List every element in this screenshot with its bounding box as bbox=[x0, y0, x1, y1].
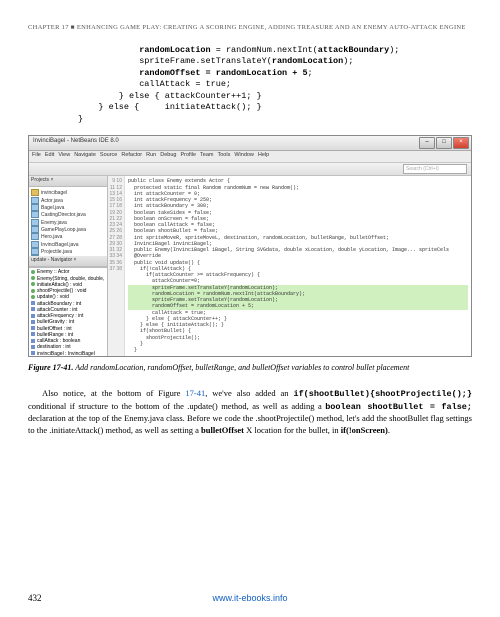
menu-bar[interactable]: FileEditViewNavigateSourceRefactorRunDeb… bbox=[29, 151, 471, 163]
file-icon bbox=[31, 248, 39, 255]
member-icon bbox=[31, 282, 35, 286]
file-icon bbox=[31, 219, 39, 226]
member-icon bbox=[31, 339, 35, 343]
member-icon bbox=[31, 295, 35, 299]
member-icon bbox=[31, 289, 35, 293]
projects-panel-header[interactable]: Projects × bbox=[29, 176, 107, 187]
ide-screenshot: InvinciBagel - NetBeans IDE 8.0 – □ × Fi… bbox=[28, 135, 472, 357]
tree-item[interactable]: Projectile.java bbox=[31, 248, 105, 255]
member-icon bbox=[31, 351, 35, 355]
window-title: InvinciBagel - NetBeans IDE 8.0 bbox=[33, 138, 119, 144]
member-icon bbox=[31, 314, 35, 318]
window-titlebar: InvinciBagel - NetBeans IDE 8.0 – □ × bbox=[29, 136, 471, 151]
figure-caption-text: Add randomLocation, randomOffset, bullet… bbox=[75, 363, 409, 372]
tree-item[interactable]: invincibagel bbox=[31, 189, 105, 196]
tree-item[interactable]: GamePlayLoop.java bbox=[31, 226, 105, 233]
project-tree[interactable]: invincibagelActor.javaBagel.javaCastingD… bbox=[29, 187, 107, 256]
nav-item[interactable]: isShooting : boolean bbox=[31, 357, 105, 358]
file-icon bbox=[31, 189, 39, 196]
close-icon[interactable]: × bbox=[453, 137, 469, 149]
member-icon bbox=[31, 307, 35, 311]
code-snippet: randomLocation = randomNum.nextInt(attac… bbox=[78, 45, 472, 125]
tree-item[interactable]: Enemy.java bbox=[31, 219, 105, 226]
tree-item[interactable]: CastingDirector.java bbox=[31, 211, 105, 218]
member-icon bbox=[31, 276, 35, 280]
member-icon bbox=[31, 332, 35, 336]
tree-item[interactable]: InvinciBagel.java bbox=[31, 241, 105, 248]
code-editor[interactable]: 9 10 11 12 13 14 15 16 17 18 19 20 21 22… bbox=[108, 176, 471, 357]
tree-item[interactable]: Actor.java bbox=[31, 197, 105, 204]
file-icon bbox=[31, 226, 39, 233]
member-icon bbox=[31, 345, 35, 349]
member-icon bbox=[31, 301, 35, 305]
file-icon bbox=[31, 233, 39, 240]
search-input[interactable]: Search (Ctrl+I) bbox=[403, 164, 467, 174]
figure-number: Figure 17-41. bbox=[28, 363, 73, 372]
body-paragraph: Also notice, at the bottom of Figure 17-… bbox=[28, 388, 472, 438]
file-icon bbox=[31, 197, 39, 204]
tree-item[interactable]: Bagel.java bbox=[31, 204, 105, 211]
member-icon bbox=[31, 326, 35, 330]
member-icon bbox=[31, 270, 35, 274]
file-icon bbox=[31, 241, 39, 248]
file-icon bbox=[31, 211, 39, 218]
file-icon bbox=[31, 204, 39, 211]
nav-item[interactable]: Enemy(String, double, double, ...) bbox=[31, 276, 105, 282]
figure-caption: Figure 17-41. Add randomLocation, random… bbox=[28, 363, 472, 373]
nav-item[interactable]: invinciBagel : InvinciBagel bbox=[31, 351, 105, 357]
minimize-icon[interactable]: – bbox=[419, 137, 435, 149]
line-number-gutter: 9 10 11 12 13 14 15 16 17 18 19 20 21 22… bbox=[108, 176, 125, 357]
navigator-list[interactable]: Enemy :: ActorEnemy(String, double, doub… bbox=[29, 268, 107, 357]
footer-link[interactable]: www.it-ebooks.info bbox=[28, 593, 472, 603]
navigator-panel-header[interactable]: update - Navigator × bbox=[29, 256, 107, 267]
member-icon bbox=[31, 320, 35, 324]
editor-code-area[interactable]: public class Enemy extends Actor { prote… bbox=[125, 176, 471, 357]
chapter-header: CHAPTER 17 ■ ENHANCING GAME PLAY: CREATI… bbox=[28, 24, 472, 31]
toolbar[interactable]: Search (Ctrl+I) bbox=[29, 163, 471, 176]
maximize-icon[interactable]: □ bbox=[436, 137, 452, 149]
tree-item[interactable]: Hero.java bbox=[31, 233, 105, 240]
